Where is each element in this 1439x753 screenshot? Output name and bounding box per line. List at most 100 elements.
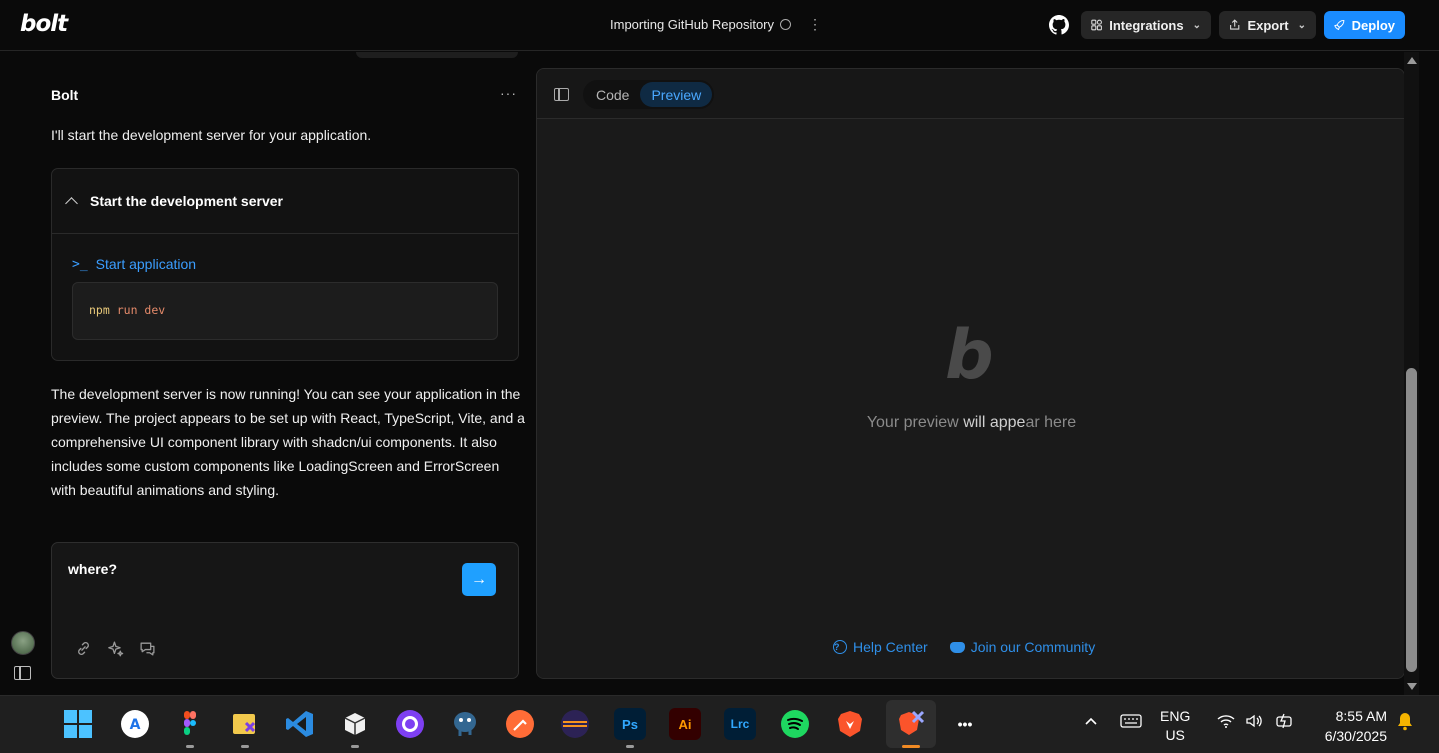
bolt-app: bolt Importing GitHub Repository ⋮ Integ… (0, 0, 1439, 695)
photoshop-label: Ps (622, 716, 638, 732)
preview-msg-part3: ar here (1025, 414, 1077, 431)
volume-icon[interactable] (1244, 710, 1266, 732)
previous-message-edge (356, 52, 518, 58)
clock-date: 6/30/2025 (1324, 728, 1387, 744)
brave-browser-icon[interactable] (834, 708, 866, 740)
scrollbar-thumb[interactable] (1406, 368, 1417, 672)
bell-icon[interactable] (1394, 710, 1416, 732)
export-label: Export (1247, 17, 1289, 33)
send-button[interactable]: → (462, 563, 496, 596)
scroll-up-arrow-icon[interactable] (1407, 57, 1417, 64)
message-summary: The development server is now running! Y… (51, 386, 525, 498)
running-indicator (902, 745, 920, 748)
chevron-down-icon: ⌄ (1192, 19, 1201, 31)
app-store-icon[interactable]: A (119, 708, 151, 740)
region-code: US (1165, 727, 1185, 743)
discuss-icon[interactable] (138, 639, 157, 658)
github-desktop-icon[interactable] (394, 708, 426, 740)
command-name: npm (89, 303, 110, 317)
terminal-box-icon[interactable] (339, 708, 371, 740)
figma-icon[interactable] (174, 708, 206, 740)
tab-preview[interactable]: Preview (640, 82, 713, 107)
chevron-down-icon: ⌄ (1297, 19, 1306, 31)
preview-msg-part2: will appe (963, 414, 1026, 431)
community-link[interactable]: Join our Community (949, 639, 1096, 655)
lightroom-icon[interactable]: Lrc (724, 708, 756, 740)
integrations-icon (1091, 19, 1102, 31)
chat-input-box: → (51, 542, 519, 679)
lightroom-label: Lrc (730, 717, 750, 731)
keyboard-icon[interactable] (1120, 710, 1142, 732)
message-intro: I'll start the development server for yo… (51, 127, 372, 143)
rocket-icon (1334, 19, 1345, 31)
workbench: Code Preview b Your preview will appear … (536, 68, 1405, 679)
action-step-label: Start application (95, 256, 197, 272)
running-indicator (626, 745, 634, 748)
command-args: run dev (116, 303, 166, 317)
action-step[interactable]: >_ Start application (72, 256, 498, 272)
arrow-right-icon: → (471, 570, 487, 588)
windows-start-icon[interactable] (62, 708, 94, 740)
action-card: Start the development server >_ Start ap… (51, 168, 519, 361)
panel-toggle-icon[interactable] (554, 88, 569, 101)
postgresql-icon[interactable] (449, 708, 481, 740)
running-indicator (186, 745, 194, 748)
eclipse-icon[interactable] (559, 708, 591, 740)
photoshop-icon[interactable]: Ps (614, 708, 646, 740)
running-indicator (241, 745, 249, 748)
scroll-down-arrow-icon[interactable] (1407, 683, 1417, 690)
preview-bolt-logo: b (945, 316, 994, 395)
project-title[interactable]: Importing GitHub Repository (610, 17, 792, 32)
illustrator-icon[interactable]: Ai (669, 708, 701, 740)
sparkles-icon[interactable] (106, 639, 125, 658)
action-title: Start the development server (90, 193, 283, 209)
clock[interactable]: 8:55 AM 6/30/2025 (1313, 706, 1387, 746)
attach-link-icon[interactable] (74, 639, 93, 658)
help-center-label: Help Center (853, 639, 928, 655)
input-language[interactable]: ENG US (1160, 707, 1190, 745)
terminal-icon: >_ (72, 256, 88, 272)
page-scrollbar[interactable] (1404, 52, 1419, 695)
message-more-button[interactable]: ··· (500, 85, 517, 101)
message-author: Bolt (51, 87, 79, 103)
avatar[interactable] (11, 631, 35, 655)
postman-icon[interactable] (504, 708, 536, 740)
illustrator-label: Ai (678, 716, 692, 732)
discord-icon (949, 641, 965, 653)
globe-icon (780, 19, 792, 30)
preview-msg-part1: Your preview (866, 414, 964, 431)
export-icon (1230, 19, 1240, 30)
clock-time: 8:55 AM (1335, 708, 1387, 724)
chat-input[interactable] (68, 561, 448, 601)
chevron-up-icon[interactable] (1080, 710, 1102, 732)
workbench-header: Code Preview (537, 69, 1404, 119)
help-center-link[interactable]: ? Help Center (833, 639, 928, 655)
spotify-icon[interactable] (779, 708, 811, 740)
integrations-button[interactable]: Integrations ⌄ (1081, 11, 1211, 39)
view-tabs: Code Preview (583, 80, 715, 109)
windows-taskbar: A Ps Ai Lrc ••• ENG US 8:55 AM 6/30/2025 (0, 695, 1439, 753)
github-icon[interactable] (1049, 15, 1069, 35)
battery-icon[interactable] (1275, 710, 1297, 732)
community-label: Join our Community (970, 639, 1096, 655)
chat-panel: Bolt ··· I'll start the development serv… (0, 52, 535, 695)
sidebar-toggle-icon[interactable] (14, 666, 31, 680)
export-button[interactable]: Export ⌄ (1219, 11, 1316, 39)
more-apps-label: ••• (957, 716, 973, 732)
help-links: ? Help Center Join our Community (833, 639, 1095, 655)
integrations-label: Integrations (1109, 17, 1184, 33)
project-menu-button[interactable]: ⋮ (808, 14, 822, 34)
deploy-button[interactable]: Deploy (1324, 11, 1405, 39)
vscode-icon[interactable] (284, 708, 316, 740)
tab-code[interactable]: Code (585, 82, 640, 107)
language-code: ENG (1160, 708, 1191, 724)
more-apps-icon[interactable]: ••• (949, 708, 981, 740)
bolt-logo[interactable]: bolt (20, 11, 68, 37)
brave-active-icon[interactable] (886, 700, 936, 748)
file-manager-icon[interactable] (229, 708, 261, 740)
action-header[interactable]: Start the development server (52, 169, 518, 234)
wifi-icon[interactable] (1215, 710, 1237, 732)
help-icon: ? (833, 640, 847, 654)
preview-placeholder-text: Your preview will appear here (537, 414, 1404, 432)
project-title-text: Importing GitHub Repository (610, 17, 775, 32)
